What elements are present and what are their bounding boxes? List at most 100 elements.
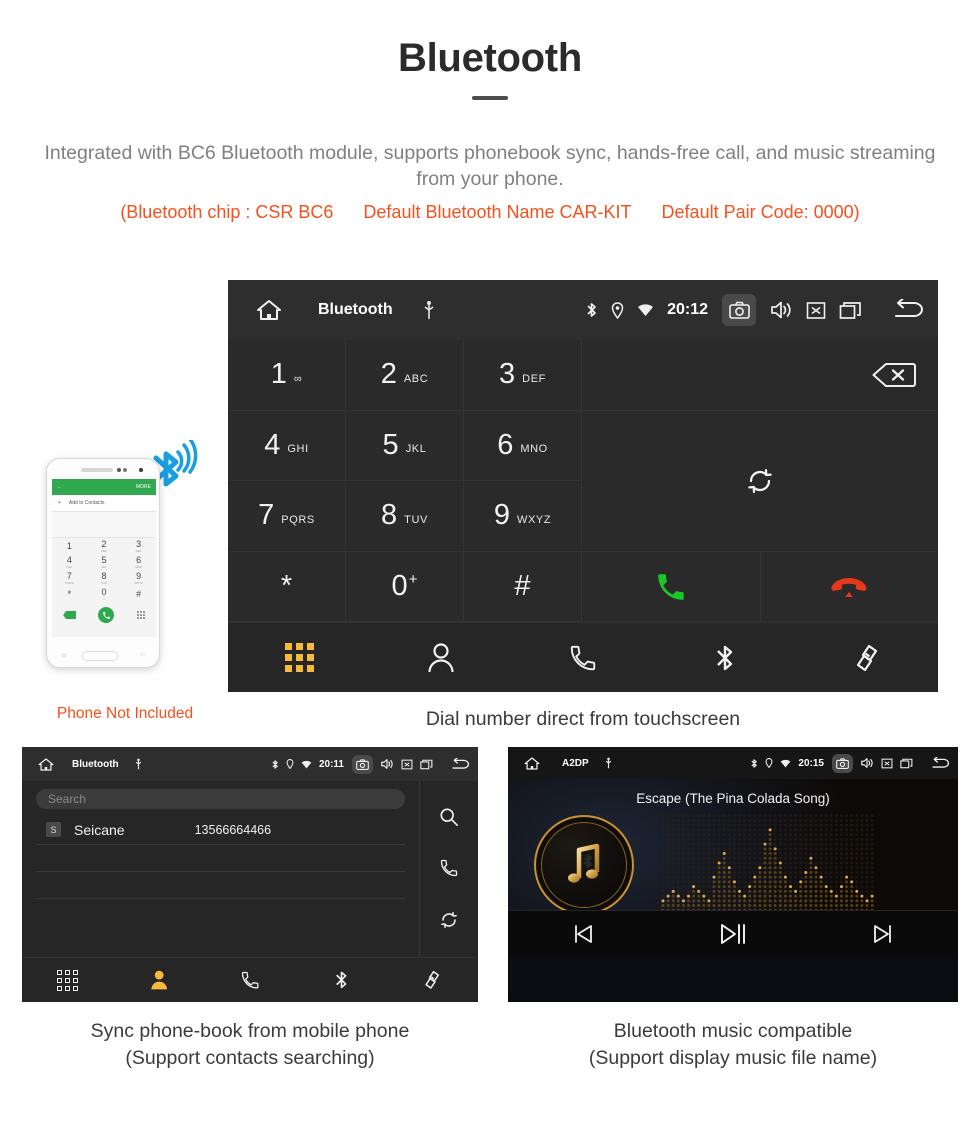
- phone-add-contact-label: Add to Contacts: [68, 500, 105, 506]
- number-display-field[interactable]: [582, 340, 938, 411]
- search-icon[interactable]: [439, 807, 459, 827]
- call-end-button[interactable]: [760, 551, 938, 622]
- nav-link[interactable]: [796, 642, 938, 674]
- phone-key-9: 9 WXYZ: [121, 570, 156, 586]
- recent-apps-icon[interactable]: [839, 301, 862, 320]
- phonebook-caption-line1: Sync phone-book from mobile phone: [90, 1020, 410, 1042]
- dialer-screen: Bluetooth 20:12 1 ∞ 2 ABC 3 DEF 4 GHI 5 …: [228, 280, 938, 692]
- phone-key-digit: 5: [101, 555, 107, 565]
- call-answer-button[interactable]: [582, 551, 761, 622]
- camera-icon[interactable]: [832, 753, 853, 773]
- key-7[interactable]: 7 PQRS: [228, 481, 346, 552]
- key-2-letters: ABC: [403, 372, 429, 385]
- nav-contacts[interactable]: [113, 969, 204, 991]
- backspace-icon[interactable]: [872, 362, 916, 388]
- contacts-search-input[interactable]: Search: [36, 789, 405, 809]
- location-pin-icon: [765, 758, 773, 768]
- music-previous-button[interactable]: [508, 924, 658, 944]
- nav-contacts[interactable]: [370, 642, 512, 674]
- sync-contacts-button[interactable]: [582, 410, 938, 552]
- call-end-icon: [829, 574, 869, 600]
- key-4[interactable]: 4 GHI: [228, 410, 346, 481]
- key-9-letters: WXYZ: [516, 513, 552, 526]
- nav-bluetooth[interactable]: [654, 642, 796, 674]
- phone-key-letters: +: [103, 597, 105, 601]
- phone-home-button: [82, 651, 118, 661]
- nav-dialpad[interactable]: [228, 643, 370, 672]
- nav-call-log[interactable]: [204, 970, 295, 990]
- call-answer-icon: [654, 570, 688, 604]
- usb-icon: [605, 757, 612, 769]
- phone-key-2: 2 ABC: [87, 538, 122, 554]
- close-box-icon[interactable]: [401, 759, 413, 770]
- close-box-icon[interactable]: [806, 301, 826, 320]
- nav-bluetooth[interactable]: [296, 969, 387, 991]
- key-1[interactable]: 1 ∞: [228, 340, 346, 411]
- nav-link[interactable]: [387, 969, 478, 991]
- home-icon[interactable]: [30, 757, 62, 772]
- camera-icon[interactable]: [352, 754, 373, 774]
- volume-icon[interactable]: [769, 300, 793, 320]
- contacts-icon: [149, 969, 169, 991]
- phone-key-1: 1: [52, 538, 87, 554]
- phone-key-#: #: [121, 586, 156, 602]
- bluetooth-music-note-icon: [557, 838, 611, 892]
- key-1-letters: ∞: [293, 372, 303, 385]
- call-log-icon[interactable]: [439, 858, 459, 878]
- phone-key-5: 5 JKL: [87, 554, 122, 570]
- contact-row-empty: [36, 872, 405, 899]
- clock-time: 20:15: [798, 757, 824, 769]
- home-icon[interactable]: [516, 756, 548, 771]
- recent-apps-icon[interactable]: [900, 758, 913, 769]
- back-arrow-icon[interactable]: [888, 299, 924, 321]
- phone-dialpad-icon: [136, 611, 145, 619]
- phone-key-digit: 1: [66, 541, 72, 551]
- contact-row[interactable]: S Seicane 13566664466: [36, 815, 405, 845]
- phone-key-digit: 8: [101, 571, 107, 581]
- music-next-button[interactable]: [808, 924, 958, 944]
- clock-time: 20:12: [667, 301, 708, 318]
- key-6[interactable]: 6 MNO: [464, 410, 582, 481]
- key-2[interactable]: 2 ABC: [346, 340, 464, 411]
- phone-key-8: 8 TUV: [87, 570, 122, 586]
- key-5[interactable]: 5 JKL: [346, 410, 464, 481]
- key-9[interactable]: 9 WXYZ: [464, 481, 582, 552]
- nav-call-log[interactable]: [512, 643, 654, 673]
- key-6-digit: 6: [497, 428, 514, 461]
- phone-earpiece: [81, 468, 113, 472]
- music-play-pause-button[interactable]: [658, 923, 808, 945]
- key-7-letters: PQRS: [281, 513, 315, 526]
- key-hash-digit: #: [514, 569, 531, 602]
- key-0-digit: 0+: [391, 569, 418, 602]
- volume-icon[interactable]: [380, 758, 394, 770]
- contact-number: 13566664466: [194, 822, 272, 837]
- volume-icon[interactable]: [860, 757, 874, 769]
- back-arrow-icon[interactable]: [448, 757, 470, 771]
- home-icon[interactable]: [242, 298, 296, 322]
- contact-row-empty: [36, 845, 405, 872]
- key-0[interactable]: 0+: [346, 551, 464, 622]
- wifi-icon: [637, 303, 654, 317]
- recent-apps-icon[interactable]: [420, 759, 433, 770]
- bluetooth-icon: [271, 759, 279, 770]
- page-root: Bluetooth Integrated with BC6 Bluetooth …: [0, 0, 980, 1134]
- key-hash[interactable]: #: [464, 551, 582, 622]
- dialer-body: 1 ∞ 2 ABC 3 DEF 4 GHI 5 JKL 6 MNO 7 PQRS 8 TUV 9 WXYZ * 0+ #: [228, 340, 938, 622]
- key-8[interactable]: 8 TUV: [346, 481, 464, 552]
- phone-app-topbar: ← MORE: [52, 479, 156, 495]
- bluetooth-icon: [750, 758, 758, 769]
- nav-dialpad[interactable]: [22, 969, 113, 991]
- camera-icon[interactable]: [722, 294, 756, 326]
- title-divider: [472, 96, 508, 100]
- close-box-icon[interactable]: [881, 758, 893, 769]
- key-7-digit: 7: [258, 499, 275, 532]
- back-arrow-icon[interactable]: [928, 756, 950, 770]
- phone-key-digit: 2: [101, 539, 107, 549]
- page-title: Bluetooth: [398, 36, 582, 80]
- phone-key-6: 6 MNO: [121, 554, 156, 570]
- phone-key-0: 0 +: [87, 586, 122, 602]
- key-star[interactable]: *: [228, 551, 346, 622]
- phonebook-caption: Sync phone-book from mobile phone (Suppo…: [10, 1018, 490, 1072]
- sync-icon[interactable]: [439, 910, 459, 930]
- key-3[interactable]: 3 DEF: [464, 340, 582, 411]
